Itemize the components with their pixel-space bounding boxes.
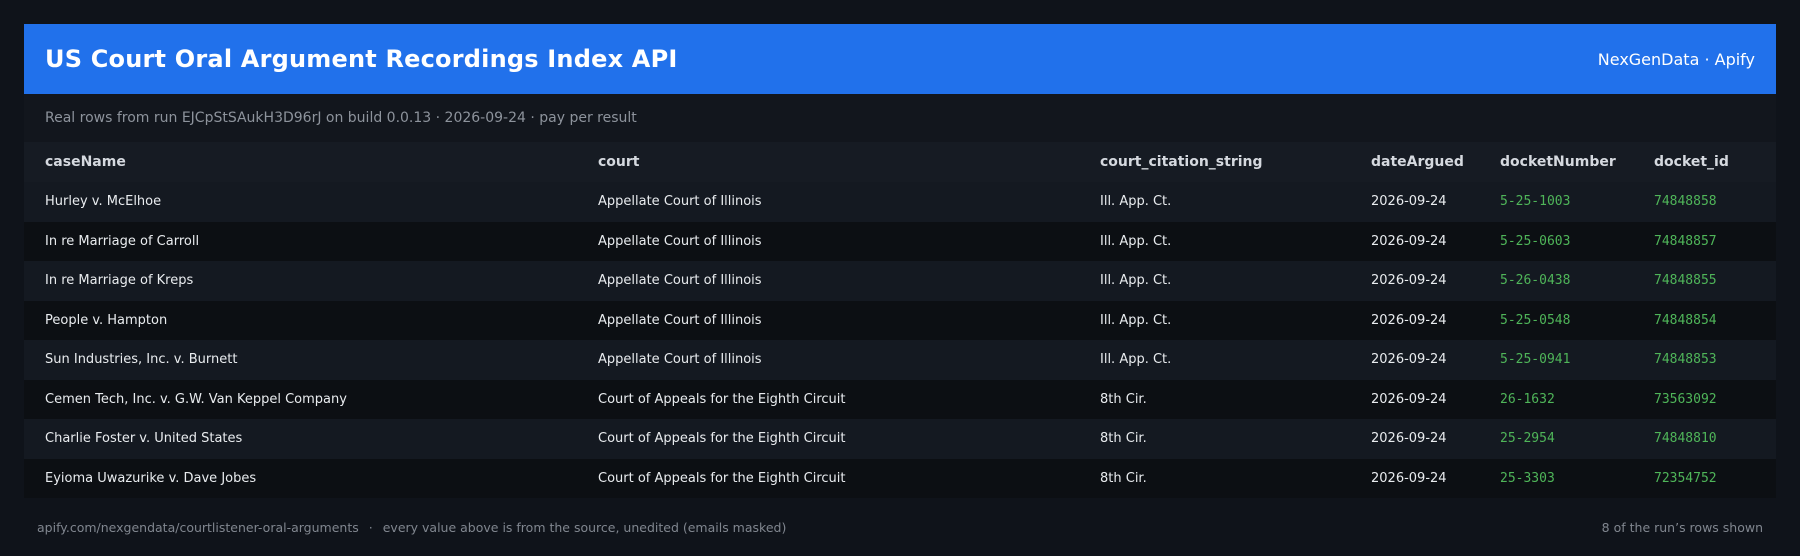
column-header-court[interactable]: court bbox=[577, 142, 1079, 182]
brand-label: NexGenData · Apify bbox=[1597, 49, 1755, 69]
table-row: Cemen Tech, Inc. v. G.W. Van Keppel Comp… bbox=[24, 379, 1776, 419]
cell-court: Appellate Court of Illinois bbox=[598, 352, 762, 368]
cell-docket-id: 74848810 bbox=[1654, 431, 1717, 447]
cell-court-citation: Ill. App. Ct. bbox=[1100, 194, 1172, 210]
cell-court: Court of Appeals for the Eighth Circuit bbox=[598, 470, 846, 486]
cell-docket-number: 5-25-0941 bbox=[1500, 352, 1571, 368]
column-header-docketnumber[interactable]: docketNumber bbox=[1479, 142, 1633, 182]
cell-court: Appellate Court of Illinois bbox=[598, 312, 762, 328]
run-info: Real rows from run EJCpStSAukH3D96rJ on … bbox=[24, 94, 1776, 142]
cell-docket-id: 74848855 bbox=[1654, 273, 1717, 289]
cell-date-argued: 2026-09-24 bbox=[1371, 391, 1447, 407]
cell-docket-number: 5-25-0548 bbox=[1500, 312, 1571, 328]
cell-court-citation: 8th Cir. bbox=[1100, 470, 1147, 486]
cell-date-argued: 2026-09-24 bbox=[1371, 273, 1447, 289]
column-header-court-citation-string[interactable]: court_citation_string bbox=[1079, 142, 1350, 182]
cell-docket-id: 74848857 bbox=[1654, 233, 1717, 249]
cell-docket-number: 25-3303 bbox=[1500, 470, 1555, 486]
cell-casename: Hurley v. McElhoe bbox=[45, 194, 162, 210]
table-row: Hurley v. McElhoe Appellate Court of Ill… bbox=[24, 182, 1776, 222]
cell-docket-number: 5-25-1003 bbox=[1500, 194, 1571, 210]
table-row: In re Marriage of Carroll Appellate Cour… bbox=[24, 221, 1776, 261]
header-bar: US Court Oral Argument Recordings Index … bbox=[24, 24, 1776, 94]
table-row: People v. Hampton Appellate Court of Ill… bbox=[24, 300, 1776, 340]
page-title: US Court Oral Argument Recordings Index … bbox=[45, 45, 678, 73]
cell-court-citation: Ill. App. Ct. bbox=[1100, 352, 1172, 368]
cell-court: Appellate Court of Illinois bbox=[598, 233, 762, 249]
cell-casename: In re Marriage of Kreps bbox=[45, 273, 194, 289]
cell-court-citation: 8th Cir. bbox=[1100, 431, 1147, 447]
cell-court-citation: Ill. App. Ct. bbox=[1100, 312, 1172, 328]
table-row: Eyioma Uwazurike v. Dave Jobes Court of … bbox=[24, 458, 1776, 498]
cell-court: Court of Appeals for the Eighth Circuit bbox=[598, 431, 846, 447]
cell-court: Court of Appeals for the Eighth Circuit bbox=[598, 391, 846, 407]
results-table: caseName court court_citation_string dat… bbox=[24, 142, 1776, 498]
cell-casename: Charlie Foster v. United States bbox=[45, 431, 243, 447]
cell-docket-number: 5-26-0438 bbox=[1500, 273, 1571, 289]
cell-date-argued: 2026-09-24 bbox=[1371, 352, 1447, 368]
cell-court-citation: 8th Cir. bbox=[1100, 391, 1147, 407]
cell-docket-id: 72354752 bbox=[1654, 470, 1717, 486]
table-row: Charlie Foster v. United States Court of… bbox=[24, 419, 1776, 459]
column-header-dateargued[interactable]: dateArgued bbox=[1350, 142, 1479, 182]
cell-date-argued: 2026-09-24 bbox=[1371, 233, 1447, 249]
footer-bar: apify.com/nexgendata/courtlistener-oral-… bbox=[37, 520, 1763, 535]
cell-court: Appellate Court of Illinois bbox=[598, 273, 762, 289]
cell-docket-id: 74848858 bbox=[1654, 194, 1717, 210]
cell-casename: Sun Industries, Inc. v. Burnett bbox=[45, 352, 238, 368]
cell-date-argued: 2026-09-24 bbox=[1371, 470, 1447, 486]
cell-docket-id: 74848853 bbox=[1654, 352, 1717, 368]
source-url[interactable]: apify.com/nexgendata/courtlistener-oral-… bbox=[37, 520, 359, 535]
cell-docket-id: 74848854 bbox=[1654, 312, 1717, 328]
cell-docket-number: 26-1632 bbox=[1500, 391, 1555, 407]
cell-court: Appellate Court of Illinois bbox=[598, 194, 762, 210]
cell-docket-number: 5-25-0603 bbox=[1500, 233, 1571, 249]
cell-casename: In re Marriage of Carroll bbox=[45, 233, 200, 249]
row-count: 8 of the run’s rows shown bbox=[1601, 520, 1763, 535]
column-header-docket-id[interactable]: docket_id bbox=[1633, 142, 1776, 182]
page-frame: US Court Oral Argument Recordings Index … bbox=[24, 24, 1776, 498]
column-header-casename[interactable]: caseName bbox=[24, 142, 577, 182]
cell-docket-number: 25-2954 bbox=[1500, 431, 1555, 447]
footer-separator: · bbox=[368, 520, 373, 535]
cell-date-argued: 2026-09-24 bbox=[1371, 312, 1447, 328]
cell-court-citation: Ill. App. Ct. bbox=[1100, 273, 1172, 289]
source-note: every value above is from the source, un… bbox=[382, 520, 787, 535]
footer-left: apify.com/nexgendata/courtlistener-oral-… bbox=[37, 520, 786, 535]
cell-docket-id: 73563092 bbox=[1654, 391, 1717, 407]
cell-date-argued: 2026-09-24 bbox=[1371, 431, 1447, 447]
cell-date-argued: 2026-09-24 bbox=[1371, 194, 1447, 210]
cell-casename: Eyioma Uwazurike v. Dave Jobes bbox=[45, 470, 257, 486]
cell-casename: People v. Hampton bbox=[45, 312, 168, 328]
cell-court-citation: Ill. App. Ct. bbox=[1100, 233, 1172, 249]
table-row: In re Marriage of Kreps Appellate Court … bbox=[24, 261, 1776, 301]
cell-casename: Cemen Tech, Inc. v. G.W. Van Keppel Comp… bbox=[45, 391, 347, 407]
table-header-row: caseName court court_citation_string dat… bbox=[24, 142, 1776, 182]
table-row: Sun Industries, Inc. v. Burnett Appellat… bbox=[24, 340, 1776, 380]
